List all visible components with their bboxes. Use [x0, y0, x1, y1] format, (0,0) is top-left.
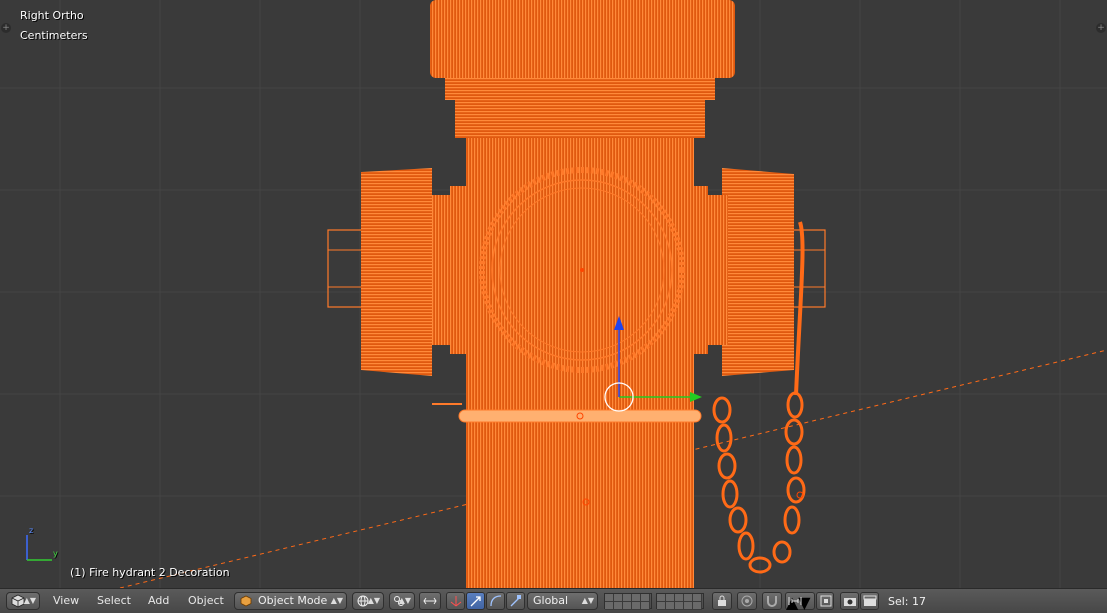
- manipulate-center-icon: [423, 597, 437, 605]
- scale-arrow-icon: [510, 595, 521, 607]
- left-region-toggle-icon[interactable]: +: [1, 23, 11, 33]
- interaction-mode-selector[interactable]: Object Mode ▲▼: [234, 592, 347, 610]
- lock-icon: [718, 595, 726, 606]
- rotate-manipulator-button[interactable]: [486, 592, 505, 610]
- 3d-view-header: ▲▼ View Select Add Object Object Mode ▲▼…: [0, 588, 1107, 613]
- right-region-toggle-icon[interactable]: +: [1096, 23, 1106, 33]
- selection-count: Sel: 17: [888, 595, 927, 608]
- chevron-updown-icon: ▲▼: [398, 596, 411, 605]
- snap-increment-icon: [788, 597, 802, 605]
- menu-object[interactable]: Object: [188, 594, 224, 607]
- editor-type-selector[interactable]: ▲▼: [6, 592, 40, 610]
- layer-buttons-group-2[interactable]: [656, 593, 704, 610]
- lock-camera-button[interactable]: [712, 592, 732, 610]
- layer-buttons-group-1[interactable]: [604, 593, 652, 610]
- view-name-label: Right Ortho: [20, 9, 84, 22]
- pivot-center-only-button[interactable]: [419, 592, 441, 610]
- axis-orientation-widget: [26, 535, 52, 561]
- menu-select[interactable]: Select: [97, 594, 131, 607]
- axis-manipulator-icon: [450, 596, 462, 607]
- translate-manipulator-button[interactable]: [466, 592, 485, 610]
- snap-target-button[interactable]: [816, 592, 834, 610]
- clapperboard-icon: [863, 595, 877, 606]
- scale-manipulator-button[interactable]: [506, 592, 525, 610]
- object-mode-cube-icon: [240, 595, 252, 607]
- rotate-arc-icon: [490, 595, 502, 607]
- units-label: Centimeters: [20, 29, 88, 42]
- viewport-shading-selector[interactable]: ▲▼: [352, 592, 384, 610]
- scene-wireframe[interactable]: [0, 0, 1107, 588]
- transform-orientation-selector[interactable]: Global ▲▼: [527, 592, 598, 610]
- snap-target-icon: [820, 595, 832, 607]
- proportional-edit-icon: [741, 595, 753, 607]
- chevron-updown-icon: ▲▼: [23, 596, 36, 605]
- z-axis-label: z: [29, 526, 34, 535]
- magnet-icon: [767, 596, 777, 607]
- snap-toggle-button[interactable]: [762, 592, 782, 610]
- snap-element-selector[interactable]: ▲▼: [785, 592, 815, 612]
- menu-view[interactable]: View: [53, 594, 79, 607]
- proportional-edit-button[interactable]: [737, 592, 757, 610]
- mode-label: Object Mode: [258, 594, 328, 607]
- chevron-updown-icon: ▲▼: [367, 596, 380, 605]
- chevron-updown-icon: ▲▼: [581, 596, 594, 605]
- 3d-viewport[interactable]: Right Ortho Centimeters z y (1) Fire hyd…: [0, 0, 1107, 588]
- y-axis-label: y: [53, 549, 58, 558]
- active-object-label: (1) Fire hydrant 2 Decoration: [70, 566, 230, 579]
- render-opengl-animation-button[interactable]: [860, 592, 879, 610]
- pivot-point-selector[interactable]: ▲▼: [389, 592, 415, 610]
- render-opengl-image-button[interactable]: [840, 592, 859, 610]
- camera-icon: [844, 598, 856, 606]
- menu-add[interactable]: Add: [148, 594, 169, 607]
- manipulator-toggle-button[interactable]: [446, 592, 465, 610]
- orientation-label: Global: [533, 594, 569, 607]
- chevron-updown-icon: ▲▼: [330, 596, 343, 605]
- translate-arrow-icon: [470, 596, 481, 607]
